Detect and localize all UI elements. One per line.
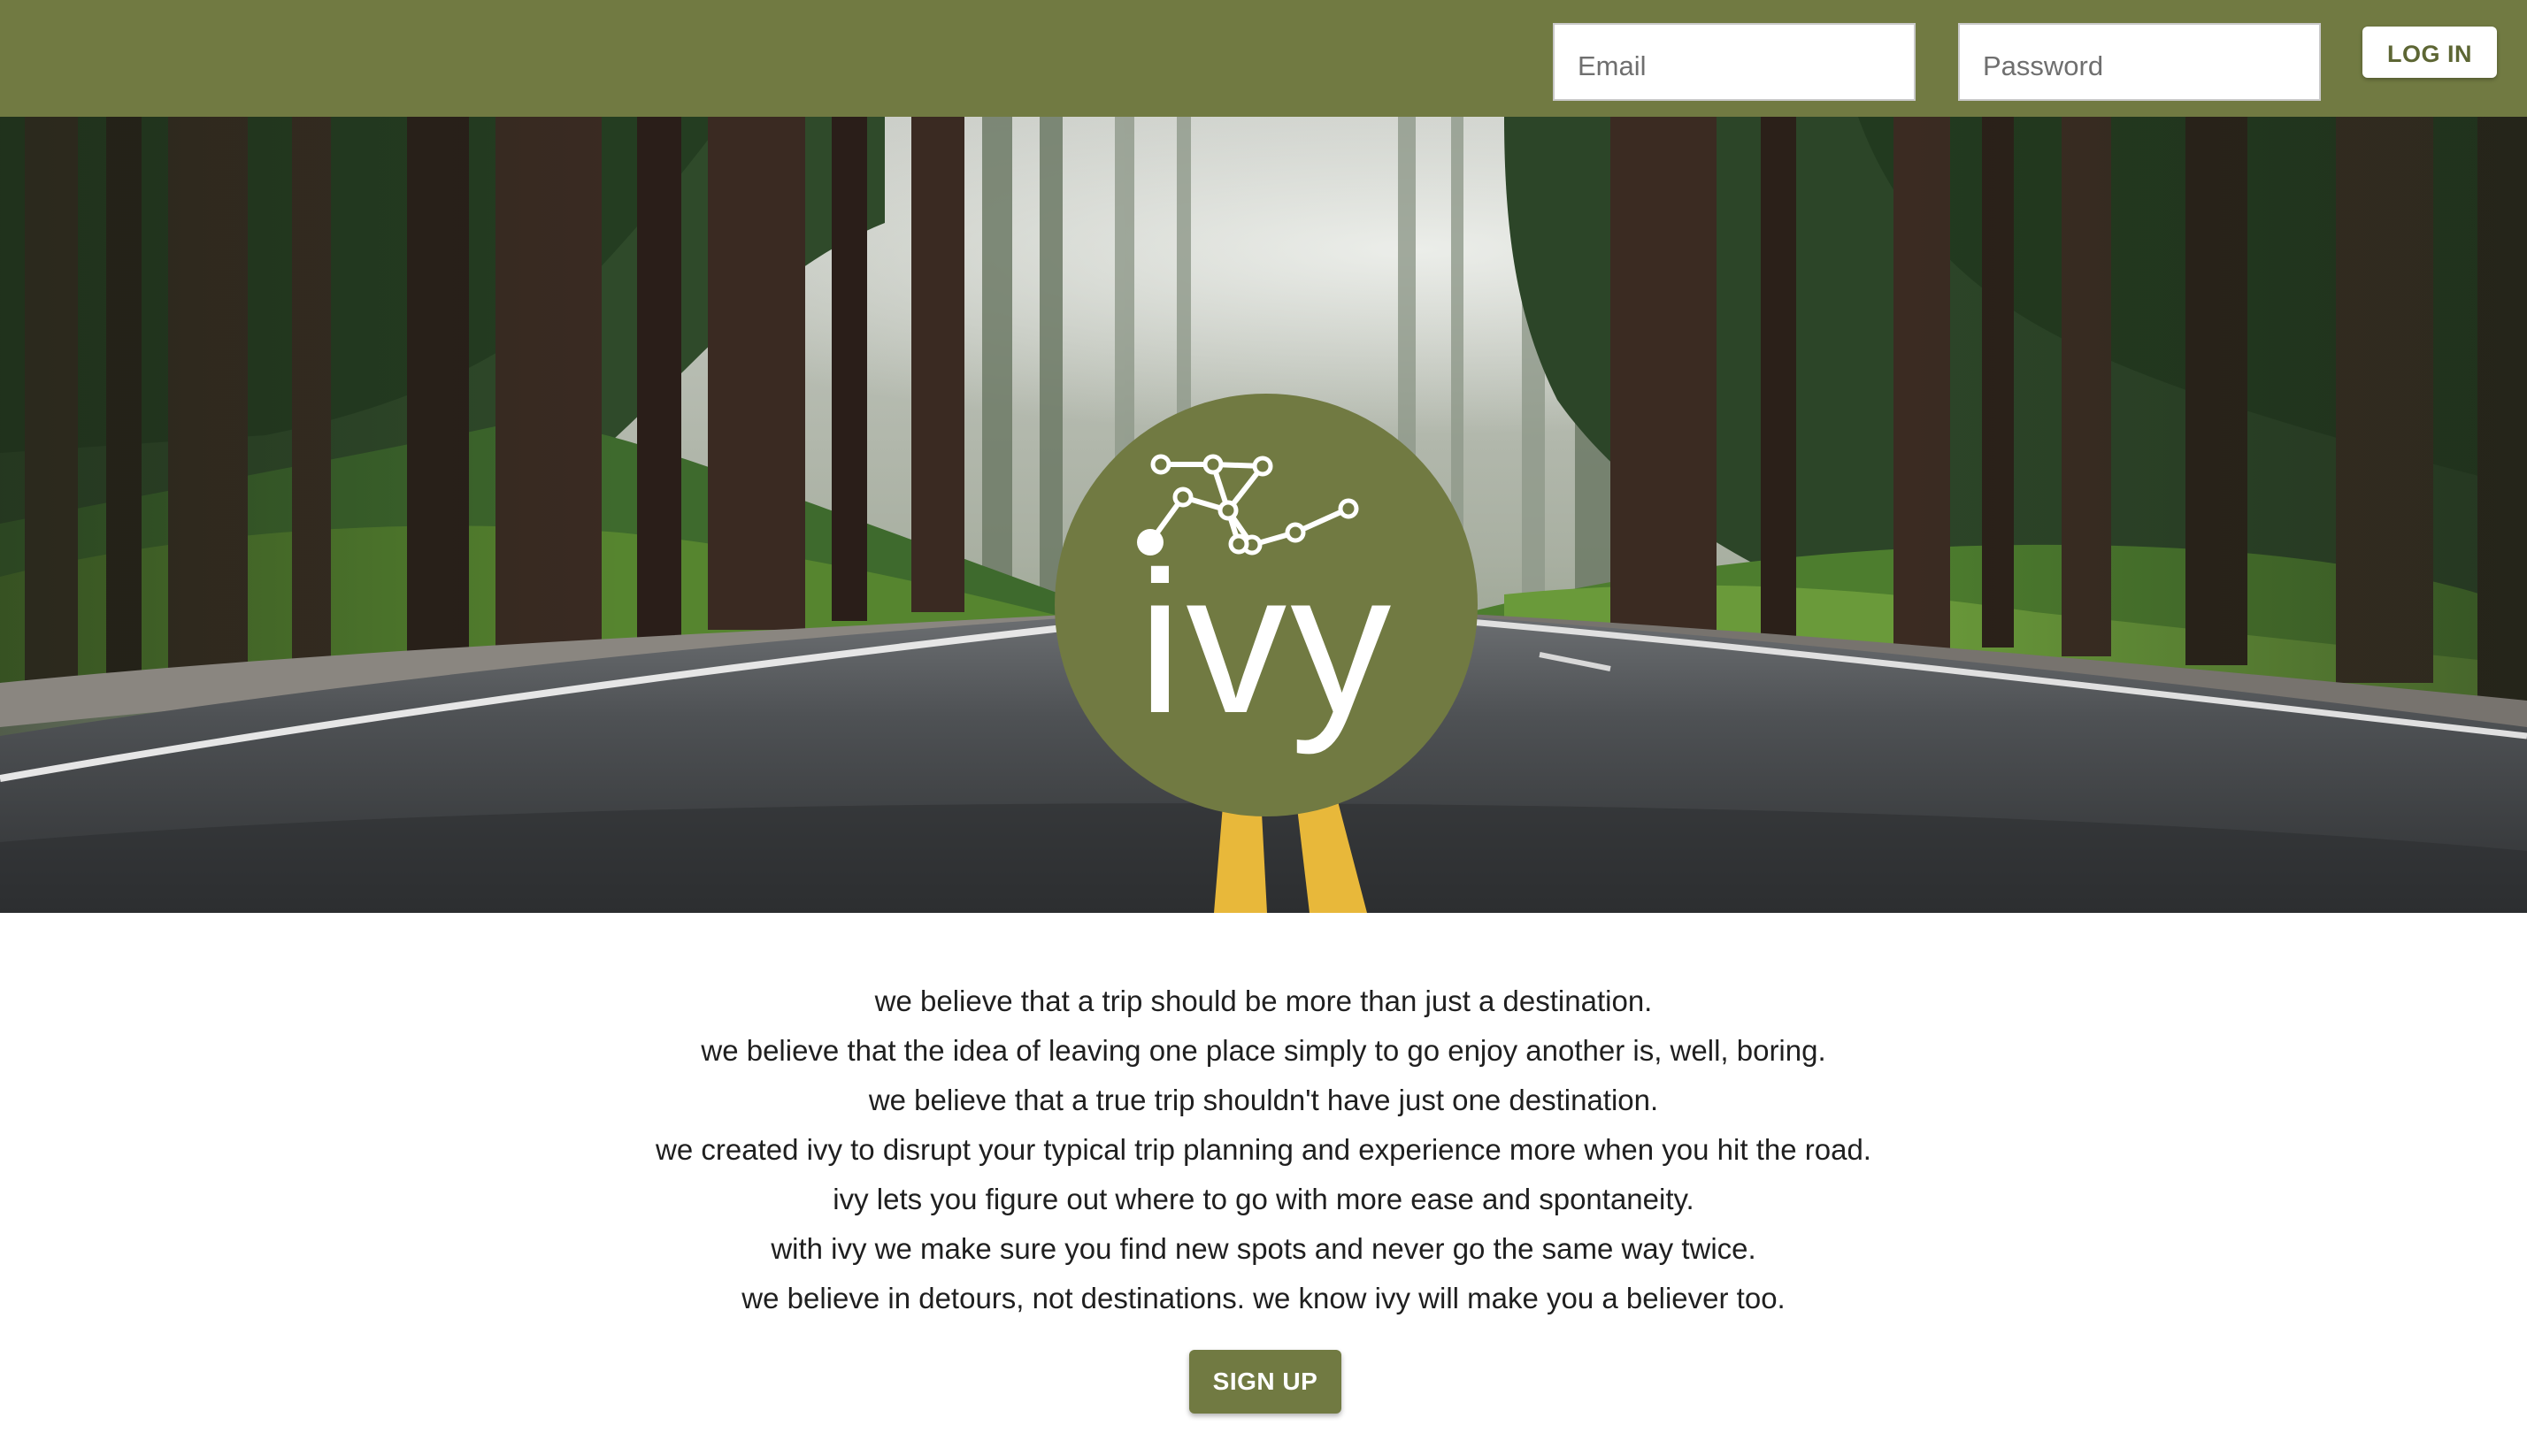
- password-field[interactable]: [1958, 23, 2321, 101]
- mission-line: we believe that a true trip shouldn't ha…: [868, 1084, 1659, 1116]
- mission-line: ivy lets you figure out where to go with…: [833, 1183, 1694, 1215]
- hero-banner: ivy: [0, 117, 2527, 913]
- email-field[interactable]: [1553, 23, 1916, 101]
- login-button[interactable]: LOG IN: [2362, 27, 2497, 78]
- mission-line: we believe that the idea of leaving one …: [701, 1034, 1826, 1067]
- mission-line: we created ivy to disrupt your typical t…: [656, 1133, 1871, 1166]
- ivy-logo: ivy: [1055, 394, 1478, 816]
- mission-statement: we believe that a trip should be more th…: [0, 977, 2527, 1323]
- signup-button[interactable]: SIGN UP: [1189, 1350, 1341, 1414]
- mission-line: we believe that a trip should be more th…: [874, 985, 1653, 1017]
- mission-line: we believe in detours, not destinations.…: [741, 1282, 1786, 1314]
- mission-line: with ivy we make sure you find new spots…: [771, 1232, 1756, 1265]
- top-bar: LOG IN: [0, 0, 2527, 117]
- logo-wordmark: ivy: [1137, 531, 1395, 755]
